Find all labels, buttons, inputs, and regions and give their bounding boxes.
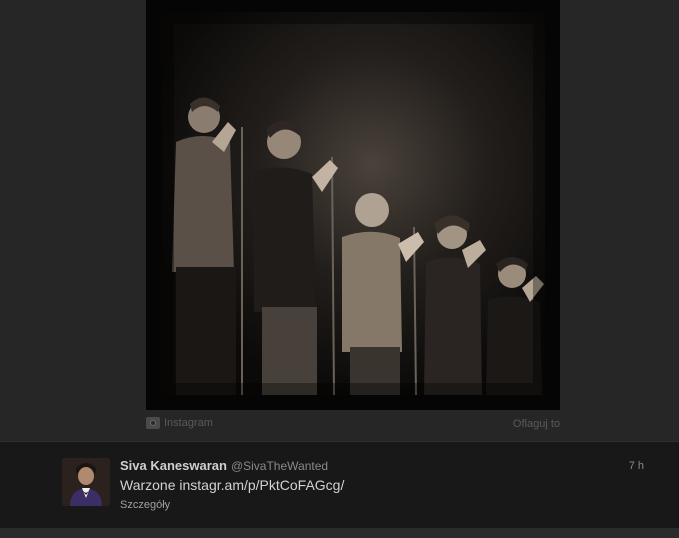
- concert-photo-image: [162, 12, 545, 395]
- author-handle[interactable]: @SivaTheWanted: [231, 459, 328, 473]
- media-source[interactable]: Instagram: [146, 417, 213, 429]
- tweet-text[interactable]: Warzone instagr.am/p/PktCoFAGcg/: [120, 477, 344, 493]
- author-name[interactable]: Siva Kaneswaran: [120, 458, 227, 473]
- tweet-header: Siva Kaneswaran @SivaTheWanted: [120, 458, 328, 473]
- avatar[interactable]: [62, 458, 110, 506]
- concert-photo[interactable]: [162, 12, 545, 395]
- photo-frame: [146, 0, 560, 410]
- avatar-image: [62, 458, 110, 506]
- camera-icon: [146, 417, 160, 429]
- media-footer: Instagram Oflaguj to: [146, 414, 560, 434]
- media-area: Instagram Oflaguj to: [0, 0, 679, 441]
- media-source-label: Instagram: [164, 417, 213, 429]
- tweet-detail-page: Instagram Oflaguj to Siva Kaneswaran @Si…: [0, 0, 679, 538]
- tweet-card: Siva Kaneswaran @SivaTheWanted 7 h Warzo…: [0, 441, 679, 528]
- bottom-divider: [0, 528, 679, 538]
- details-link[interactable]: Szczegóły: [120, 499, 170, 511]
- flag-media-link[interactable]: Oflaguj to: [513, 418, 560, 430]
- tweet-timestamp[interactable]: 7 h: [629, 460, 644, 472]
